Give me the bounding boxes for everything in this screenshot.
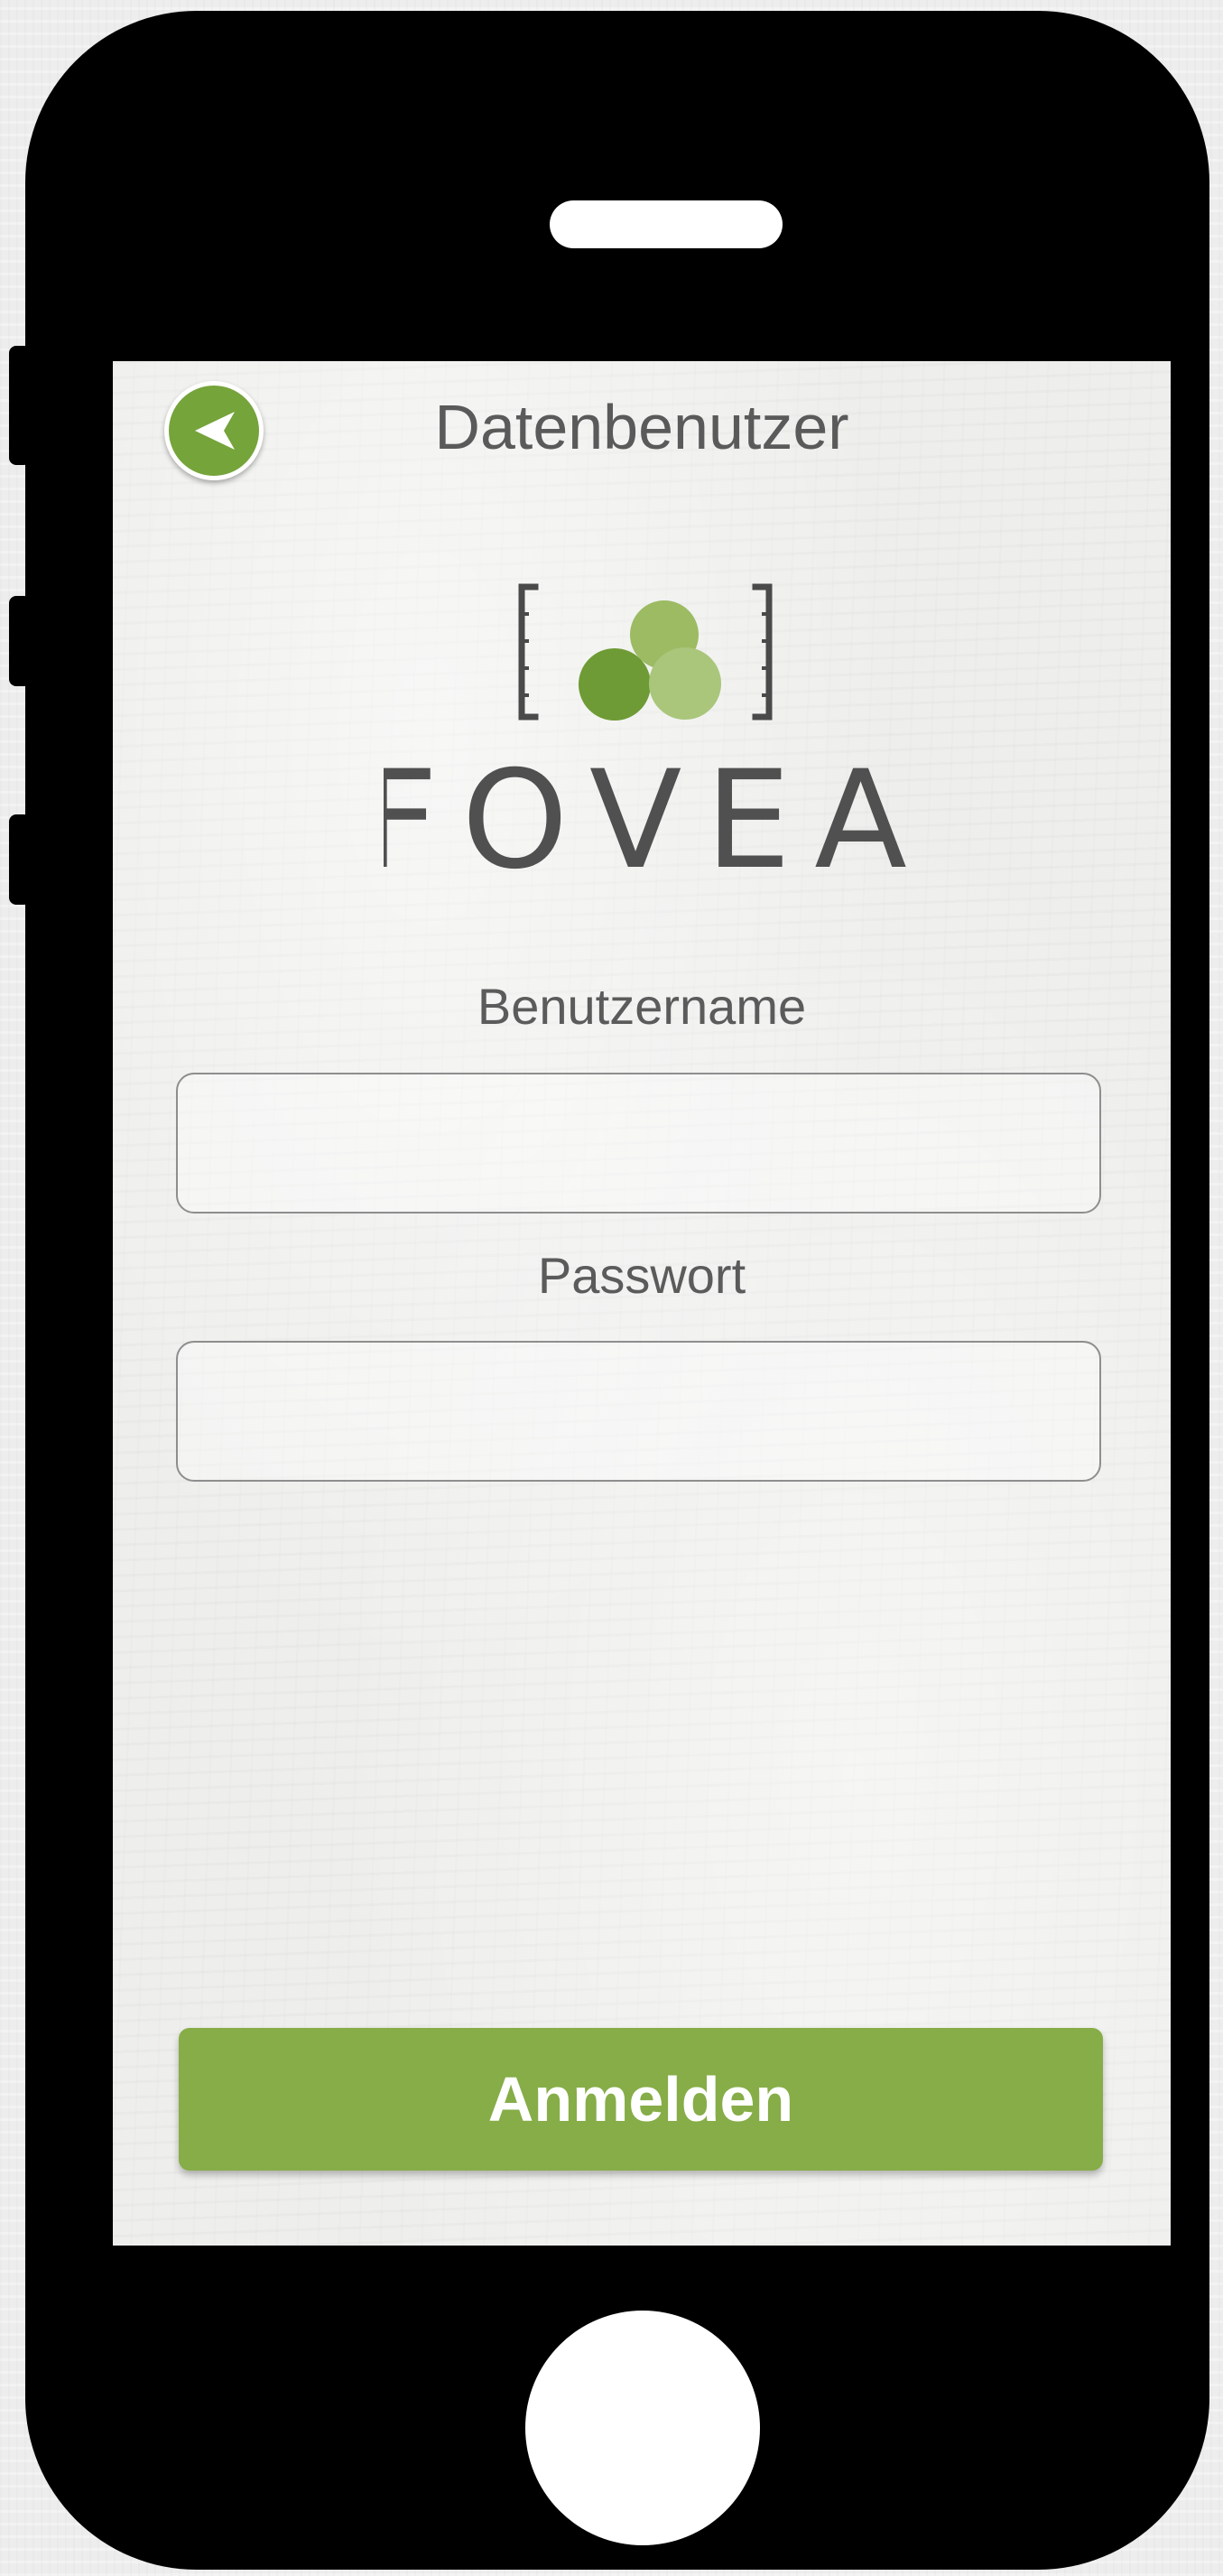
username-input[interactable] xyxy=(176,1073,1101,1214)
mute-switch xyxy=(9,346,31,465)
app-screen: Datenbenutzer FOVEA Benutzername Passwor… xyxy=(113,361,1171,2246)
username-label: Benutzername xyxy=(477,978,807,1035)
phone-frame: Datenbenutzer FOVEA Benutzername Passwor… xyxy=(25,11,1209,2570)
login-button[interactable]: Anmelden xyxy=(179,2028,1103,2171)
home-button[interactable] xyxy=(525,2311,760,2545)
logo-wordmark: FOVEA xyxy=(384,742,907,894)
volume-up-button xyxy=(9,596,31,686)
page-title: Datenbenutzer xyxy=(434,392,849,462)
volume-down-button xyxy=(9,814,31,905)
fovea-logo: FOVEA xyxy=(360,569,907,899)
password-label: Passwort xyxy=(537,1247,746,1304)
password-input[interactable] xyxy=(176,1341,1101,1482)
three-circles-bracket-logo-icon: FOVEA xyxy=(360,583,907,899)
speaker-grille xyxy=(550,200,783,248)
